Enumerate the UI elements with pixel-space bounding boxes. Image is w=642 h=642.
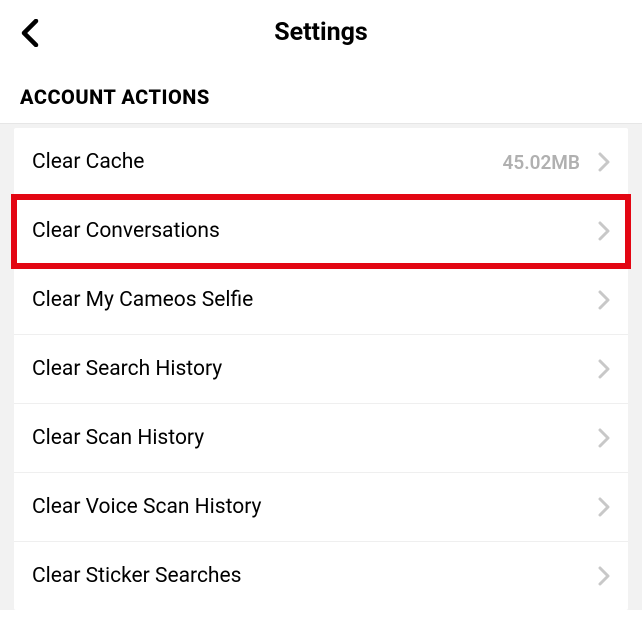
chevron-right-icon [598, 290, 610, 310]
list-item-clear-search-history[interactable]: Clear Search History [14, 335, 628, 404]
list-item-clear-conversations[interactable]: Clear Conversations [14, 197, 628, 266]
list-container: Clear Cache 45.02MB Clear Conversations … [0, 123, 642, 610]
list-item-clear-sticker-searches[interactable]: Clear Sticker Searches [14, 542, 628, 610]
chevron-right-icon [598, 428, 610, 448]
item-value: 45.02MB [502, 151, 580, 174]
list-box: Clear Cache 45.02MB Clear Conversations … [14, 128, 628, 610]
item-label: Clear Sticker Searches [32, 564, 598, 588]
item-label: Clear Voice Scan History [32, 495, 598, 519]
item-label: Clear Cache [32, 150, 502, 174]
item-label: Clear My Cameos Selfie [32, 288, 598, 312]
header: Settings [0, 0, 642, 61]
back-button[interactable] [20, 19, 42, 47]
chevron-right-icon [598, 497, 610, 517]
page-title: Settings [20, 18, 622, 47]
chevron-right-icon [598, 221, 610, 241]
list-item-clear-cache[interactable]: Clear Cache 45.02MB [14, 128, 628, 197]
section-header: ACCOUNT ACTIONS [0, 61, 642, 123]
chevron-left-icon [20, 19, 42, 47]
list-item-clear-scan-history[interactable]: Clear Scan History [14, 404, 628, 473]
list-item-clear-voice-scan-history[interactable]: Clear Voice Scan History [14, 473, 628, 542]
chevron-right-icon [598, 152, 610, 172]
list-item-clear-cameos-selfie[interactable]: Clear My Cameos Selfie [14, 266, 628, 335]
item-label: Clear Scan History [32, 426, 598, 450]
chevron-right-icon [598, 566, 610, 586]
item-label: Clear Search History [32, 357, 598, 381]
item-label: Clear Conversations [32, 219, 598, 243]
chevron-right-icon [598, 359, 610, 379]
